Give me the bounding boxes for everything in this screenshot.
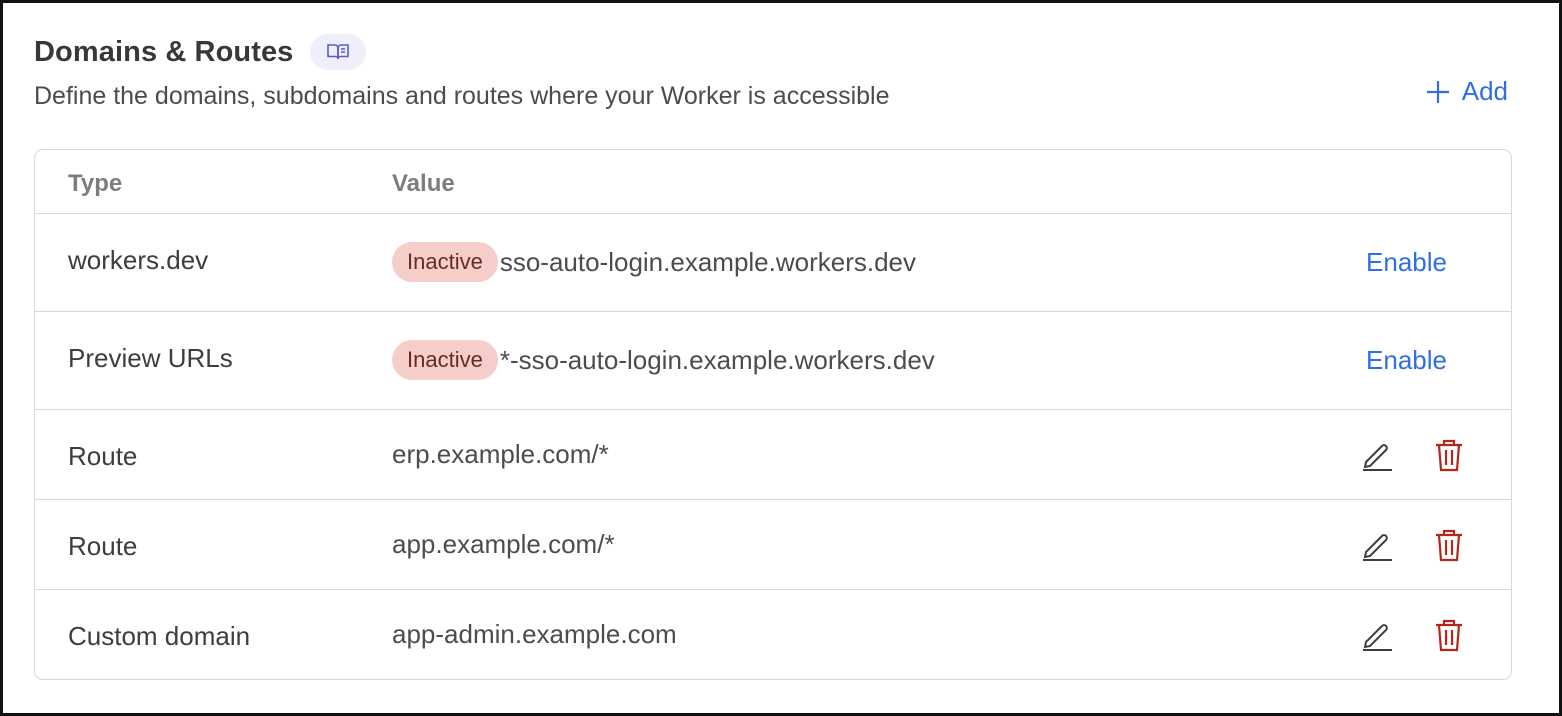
row-value: app-admin.example.com [392, 619, 677, 650]
column-header-type: Type [68, 170, 123, 197]
delete-button[interactable] [1431, 617, 1467, 653]
edit-button[interactable] [1359, 527, 1395, 563]
delete-button[interactable] [1431, 437, 1467, 473]
row-type: Route [68, 531, 138, 561]
table-row: Route erp.example.com/* [35, 410, 1511, 500]
row-value-text: erp.example.com/* [392, 439, 609, 469]
add-label: Add [1461, 76, 1508, 106]
row-actions [1359, 437, 1467, 473]
table-header: Type Value [35, 150, 1511, 214]
edit-button[interactable] [1359, 617, 1395, 653]
row-value-text: app.example.com/* [392, 529, 615, 559]
book-icon [326, 42, 350, 62]
docs-button[interactable] [310, 34, 367, 70]
enable-link[interactable]: Enable [1366, 345, 1447, 376]
pencil-icon [1360, 438, 1394, 472]
enable-link[interactable]: Enable [1366, 247, 1447, 278]
domains-routes-panel: Domains & Routes Define the domains, sub… [0, 0, 1562, 716]
row-type: Preview URLs [68, 343, 233, 373]
table-row: Custom domain app-admin.example.com [35, 590, 1511, 679]
edit-button[interactable] [1359, 437, 1395, 473]
routes-table: Type Value workers.dev Inactive sso-auto… [34, 149, 1512, 680]
row-value-text: app-admin.example.com [392, 619, 677, 649]
table-row: Route app.example.com/* [35, 500, 1511, 590]
row-actions [1359, 617, 1467, 653]
add-button[interactable]: Add [1425, 76, 1508, 107]
row-type: workers.dev [68, 245, 209, 275]
row-type: Route [68, 441, 138, 471]
row-actions [1359, 527, 1467, 563]
row-type: Custom domain [68, 621, 251, 651]
row-value: app.example.com/* [392, 529, 615, 560]
row-value: Inactive sso-auto-login.example.workers.… [392, 242, 916, 282]
title-row: Domains & Routes [34, 32, 1519, 72]
panel-subtitle: Define the domains, subdomains and route… [34, 82, 890, 110]
row-value: Inactive *-sso-auto-login.example.worker… [392, 340, 935, 380]
pencil-icon [1360, 528, 1394, 562]
row-value: erp.example.com/* [392, 439, 609, 470]
row-value-text: *-sso-auto-login.example.workers.dev [499, 344, 935, 375]
status-badge: Inactive [392, 340, 498, 380]
table-row: workers.dev Inactive sso-auto-login.exam… [35, 214, 1511, 312]
status-badge: Inactive [392, 242, 498, 282]
trash-icon [1434, 528, 1464, 562]
panel-title: Domains & Routes [34, 35, 294, 68]
pencil-icon [1360, 618, 1394, 652]
panel-header: Domains & Routes Define the domains, sub… [34, 32, 1519, 132]
plus-icon [1425, 79, 1451, 105]
table-row: Preview URLs Inactive *-sso-auto-login.e… [35, 312, 1511, 410]
delete-button[interactable] [1431, 527, 1467, 563]
trash-icon [1434, 618, 1464, 652]
column-header-value: Value [392, 170, 455, 197]
trash-icon [1434, 438, 1464, 472]
row-value-text: sso-auto-login.example.workers.dev [499, 246, 917, 277]
